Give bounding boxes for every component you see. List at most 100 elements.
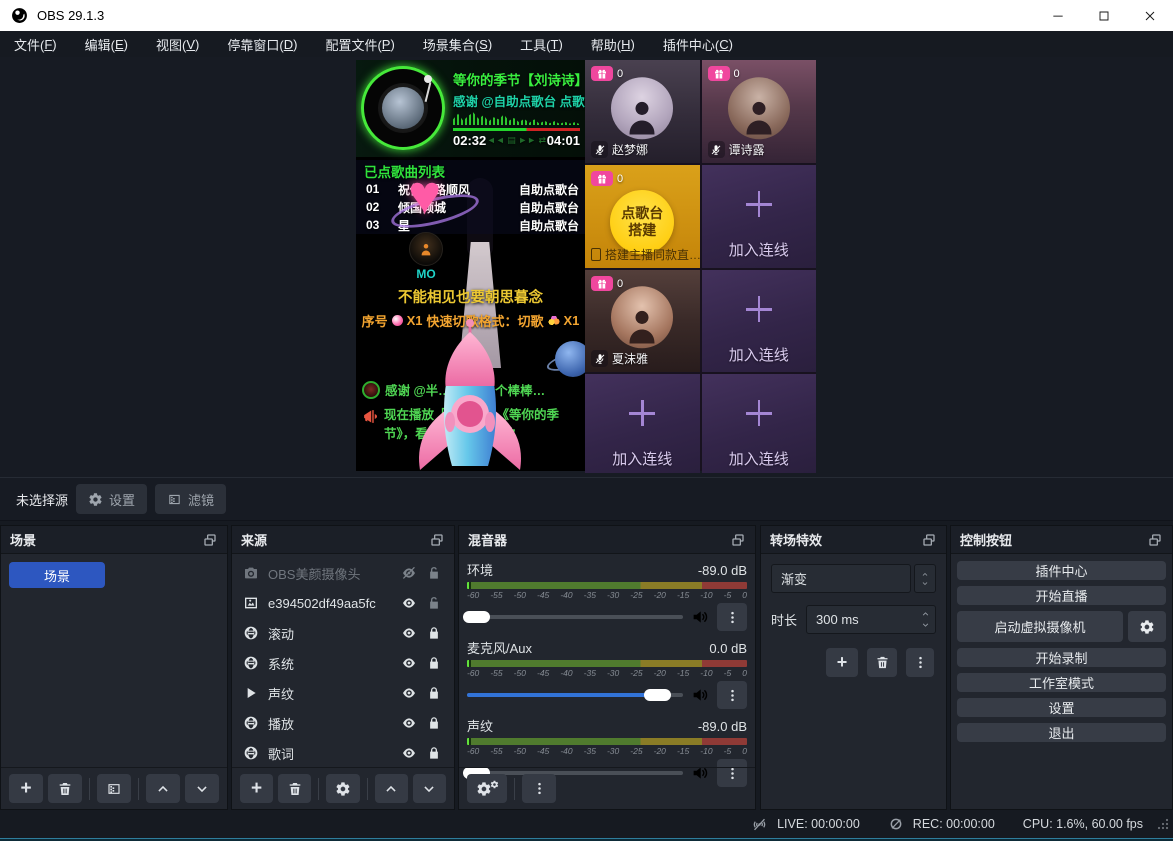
start-recording-button[interactable]: 开始录制	[957, 648, 1166, 667]
move-source-down-button[interactable]	[413, 774, 446, 803]
promo-text: 搭建主播同款直…	[605, 246, 700, 263]
scene-item-selected[interactable]: 场景	[9, 562, 105, 588]
mixer-toolbar	[459, 767, 755, 809]
settings-button[interactable]: 设置	[957, 698, 1166, 717]
speaker-icon[interactable]	[691, 686, 709, 704]
visibility-toggle-icon[interactable]	[401, 685, 417, 701]
sources-toolbar: +	[232, 767, 454, 809]
lock-toggle-icon[interactable]	[426, 655, 442, 671]
virtual-camera-settings-button[interactable]	[1128, 611, 1166, 642]
speaker-icon[interactable]	[691, 608, 709, 626]
plugin-center-button[interactable]: 插件中心	[957, 561, 1166, 580]
image-icon	[243, 595, 259, 611]
mixer-menu-button[interactable]	[522, 774, 556, 803]
source-row[interactable]: 滚动	[232, 618, 454, 648]
start-streaming-button[interactable]: 开始直播	[957, 586, 1166, 605]
volume-slider[interactable]	[467, 693, 683, 697]
source-row[interactable]: OBS美颜摄像头	[232, 558, 454, 588]
lock-toggle-icon[interactable]	[426, 685, 442, 701]
transition-select[interactable]: 渐变	[771, 564, 936, 593]
add-source-button[interactable]: +	[240, 774, 273, 803]
visibility-toggle-icon[interactable]	[401, 565, 417, 581]
visibility-toggle-icon[interactable]	[401, 595, 417, 611]
channel-menu-button[interactable]	[717, 681, 747, 709]
host-avatar: MO	[404, 232, 448, 281]
controls-panel: 控制按钮 插件中心 开始直播 启动虚拟摄像机 开始录制 工作室模式 设置 退出	[950, 525, 1173, 810]
guest-cell: 0 赵梦娜	[585, 60, 700, 163]
duration-spin-arrows[interactable]	[915, 610, 935, 629]
lock-toggle-icon[interactable]	[426, 565, 442, 581]
menu-edit[interactable]: 编辑(E)	[71, 31, 142, 57]
cpu-fps-stats: CPU: 1.6%, 60.00 fps	[1023, 817, 1143, 831]
popout-icon[interactable]	[429, 532, 445, 548]
popout-icon[interactable]	[730, 532, 746, 548]
lock-toggle-icon[interactable]	[426, 625, 442, 641]
preview-canvas[interactable]: 等你的季节【刘诗诗】 感谢 @自助点歌台 点歌 02:32 ◄◄ ▤ ►► ⇄ …	[356, 60, 816, 471]
visibility-toggle-icon[interactable]	[401, 655, 417, 671]
source-row[interactable]: 系统	[232, 648, 454, 678]
transition-menu-button[interactable]	[906, 648, 934, 677]
studio-mode-button[interactable]: 工作室模式	[957, 673, 1166, 692]
menu-docks[interactable]: 停靠窗口(D)	[213, 31, 311, 57]
record-status-icon	[888, 816, 904, 832]
source-row[interactable]: 声纹	[232, 678, 454, 708]
menu-help[interactable]: 帮助(H)	[577, 31, 649, 57]
add-transition-button[interactable]: +	[826, 648, 858, 677]
source-row[interactable]: 歌词	[232, 738, 454, 768]
add-scene-button[interactable]: +	[9, 774, 43, 803]
source-row[interactable]: e394502df49aa5fc	[232, 588, 454, 618]
song-title: 等你的季节【刘诗诗】	[453, 69, 583, 89]
remove-transition-button[interactable]	[867, 648, 897, 677]
visibility-toggle-icon[interactable]	[401, 745, 417, 761]
guest-name: 赵梦娜	[612, 141, 648, 158]
mic-muted-icon	[591, 350, 608, 367]
lock-toggle-icon[interactable]	[426, 745, 442, 761]
channel-menu-button[interactable]	[717, 603, 747, 631]
popout-icon[interactable]	[202, 532, 218, 548]
planet-graphic	[552, 338, 585, 380]
close-button[interactable]	[1127, 0, 1173, 31]
popout-icon[interactable]	[1147, 532, 1163, 548]
meter-scale: -60-55-50-45-40-35-30-25-20-15-10-50	[467, 746, 747, 756]
mixer-channel: 麦克风/Aux0.0 dB -60-55-50-45-40-35-30-25-2…	[467, 638, 747, 709]
status-bar: LIVE: 00:00:00 REC: 00:00:00 CPU: 1.6%, …	[0, 810, 1173, 838]
exit-button[interactable]: 退出	[957, 723, 1166, 742]
resize-grip[interactable]	[1156, 817, 1170, 831]
move-scene-down-button[interactable]	[185, 774, 219, 803]
remove-source-button[interactable]	[278, 774, 311, 803]
transition-select-arrows[interactable]	[914, 564, 936, 593]
source-filters-button[interactable]: 滤镜	[155, 484, 226, 514]
source-properties-button[interactable]	[326, 774, 359, 803]
menu-view[interactable]: 视图(V)	[142, 31, 213, 57]
volume-slider[interactable]	[467, 615, 683, 619]
menu-profile[interactable]: 配置文件(P)	[311, 31, 408, 57]
scene-filters-button[interactable]	[97, 774, 131, 803]
source-properties-button[interactable]: 设置	[76, 484, 147, 514]
song-credit: 感谢 @自助点歌台 点歌	[453, 91, 585, 110]
source-row[interactable]: 播放	[232, 708, 454, 738]
visibility-toggle-icon[interactable]	[401, 715, 417, 731]
menu-scene-collection[interactable]: 场景集合(S)	[409, 31, 506, 57]
move-source-up-button[interactable]	[375, 774, 408, 803]
remove-scene-button[interactable]	[48, 774, 82, 803]
advanced-audio-button[interactable]	[467, 774, 507, 803]
mic-muted-icon	[708, 141, 725, 158]
minimize-button[interactable]	[1035, 0, 1081, 31]
menu-file[interactable]: 文件(F)	[0, 31, 71, 57]
title-bar: OBS 29.1.3	[0, 0, 1173, 31]
move-scene-up-button[interactable]	[146, 774, 180, 803]
popout-icon[interactable]	[921, 532, 937, 548]
start-virtual-camera-button[interactable]: 启动虚拟摄像机	[957, 611, 1123, 642]
plus-icon	[746, 400, 772, 426]
duration-spinbox[interactable]: 300 ms	[806, 605, 936, 634]
guest-name: 谭诗露	[729, 141, 765, 158]
browser-source-icon	[243, 715, 259, 731]
lock-toggle-icon[interactable]	[426, 715, 442, 731]
visibility-toggle-icon[interactable]	[401, 625, 417, 641]
maximize-button[interactable]	[1081, 0, 1127, 31]
lock-toggle-icon[interactable]	[426, 595, 442, 611]
preview-zone: 等你的季节【刘诗诗】 感谢 @自助点歌台 点歌 02:32 ◄◄ ▤ ►► ⇄ …	[0, 57, 1173, 477]
heart-graphic: ♥	[394, 168, 478, 238]
menu-plugin-center[interactable]: 插件中心(C)	[649, 31, 747, 57]
menu-tools[interactable]: 工具(T)	[506, 31, 577, 57]
